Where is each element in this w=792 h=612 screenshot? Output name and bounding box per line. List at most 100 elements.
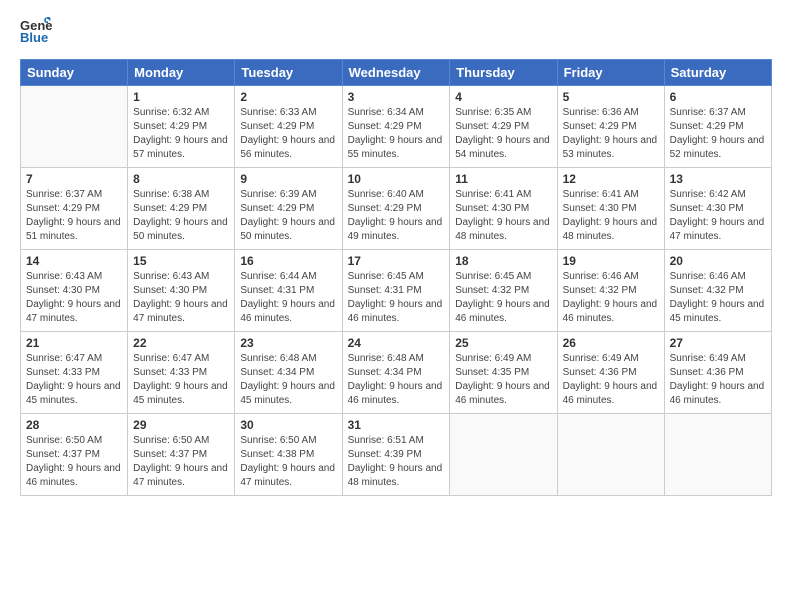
day-number: 14 bbox=[26, 254, 122, 268]
day-info: Sunrise: 6:50 AMSunset: 4:38 PMDaylight:… bbox=[240, 434, 336, 490]
calendar-cell: 9 Sunrise: 6:39 AMSunset: 4:29 PMDaylight… bbox=[235, 168, 342, 250]
day-info: Sunrise: 6:33 AMSunset: 4:29 PMDaylight:… bbox=[240, 106, 336, 162]
calendar-cell: 19 Sunrise: 6:46 AMSunset: 4:32 PMDayligh… bbox=[557, 250, 664, 332]
day-number: 13 bbox=[670, 172, 766, 186]
calendar-cell bbox=[664, 414, 771, 496]
day-number: 24 bbox=[348, 336, 445, 350]
calendar-cell: 25 Sunrise: 6:49 AMSunset: 4:35 PMDayligh… bbox=[450, 332, 557, 414]
calendar-cell: 1Sunrise: 6:32 AMSunset: 4:29 PMDaylight… bbox=[128, 86, 235, 168]
calendar-cell: 10Sunrise: 6:40 AMSunset: 4:29 PMDayligh… bbox=[342, 168, 450, 250]
calendar-cell: 14 Sunrise: 6:43 AMSunset: 4:30 PMDayligh… bbox=[21, 250, 128, 332]
day-number: 9 bbox=[240, 172, 336, 186]
day-info: Sunrise: 6:36 AMSunset: 4:29 PMDaylight:… bbox=[563, 106, 659, 162]
day-info: Sunrise: 6:45 AMSunset: 4:32 PMDaylight:… bbox=[455, 270, 551, 326]
day-info: Sunrise: 6:37 AMSunset: 4:29 PMDaylight:… bbox=[26, 188, 122, 244]
weekday-header-monday: Monday bbox=[128, 60, 235, 86]
day-number: 20 bbox=[670, 254, 766, 268]
calendar-cell: 12 Sunrise: 6:41 AMSunset: 4:30 PMDayligh… bbox=[557, 168, 664, 250]
day-number: 4 bbox=[455, 90, 551, 104]
weekday-header-wednesday: Wednesday bbox=[342, 60, 450, 86]
calendar-cell: 26 Sunrise: 6:49 AMSunset: 4:36 PMDayligh… bbox=[557, 332, 664, 414]
day-info: Sunrise: 6:49 AMSunset: 4:36 PMDaylight:… bbox=[670, 352, 766, 408]
week-row-3: 14 Sunrise: 6:43 AMSunset: 4:30 PMDayligh… bbox=[21, 250, 772, 332]
day-info: Sunrise: 6:41 AMSunset: 4:30 PMDaylight:… bbox=[455, 188, 551, 244]
day-number: 28 bbox=[26, 418, 122, 432]
day-number: 15 bbox=[133, 254, 229, 268]
calendar-cell: 6 Sunrise: 6:37 AMSunset: 4:29 PMDaylight… bbox=[664, 86, 771, 168]
day-info: Sunrise: 6:46 AMSunset: 4:32 PMDaylight:… bbox=[563, 270, 659, 326]
day-info: Sunrise: 6:38 AMSunset: 4:29 PMDaylight:… bbox=[133, 188, 229, 244]
day-info: Sunrise: 6:41 AMSunset: 4:30 PMDaylight:… bbox=[563, 188, 659, 244]
day-info: Sunrise: 6:43 AMSunset: 4:30 PMDaylight:… bbox=[26, 270, 122, 326]
day-info: Sunrise: 6:32 AMSunset: 4:29 PMDaylight:… bbox=[133, 106, 229, 162]
week-row-2: 7Sunrise: 6:37 AMSunset: 4:29 PMDaylight… bbox=[21, 168, 772, 250]
logo: General Blue bbox=[20, 16, 52, 49]
day-number: 18 bbox=[455, 254, 551, 268]
calendar-cell: 11 Sunrise: 6:41 AMSunset: 4:30 PMDayligh… bbox=[450, 168, 557, 250]
day-number: 29 bbox=[133, 418, 229, 432]
calendar-page: General Blue SundayMondayTuesdayWednesda… bbox=[0, 0, 792, 612]
day-number: 27 bbox=[670, 336, 766, 350]
day-number: 8 bbox=[133, 172, 229, 186]
day-number: 31 bbox=[348, 418, 445, 432]
week-row-1: 1Sunrise: 6:32 AMSunset: 4:29 PMDaylight… bbox=[21, 86, 772, 168]
day-info: Sunrise: 6:42 AMSunset: 4:30 PMDaylight:… bbox=[670, 188, 766, 244]
day-number: 2 bbox=[240, 90, 336, 104]
calendar-cell: 17Sunrise: 6:45 AMSunset: 4:31 PMDayligh… bbox=[342, 250, 450, 332]
calendar-cell: 15 Sunrise: 6:43 AMSunset: 4:30 PMDayligh… bbox=[128, 250, 235, 332]
day-info: Sunrise: 6:37 AMSunset: 4:29 PMDaylight:… bbox=[670, 106, 766, 162]
day-info: Sunrise: 6:49 AMSunset: 4:36 PMDaylight:… bbox=[563, 352, 659, 408]
day-number: 30 bbox=[240, 418, 336, 432]
calendar-cell: 22Sunrise: 6:47 AMSunset: 4:33 PMDayligh… bbox=[128, 332, 235, 414]
weekday-header-saturday: Saturday bbox=[664, 60, 771, 86]
weekday-header-tuesday: Tuesday bbox=[235, 60, 342, 86]
day-number: 19 bbox=[563, 254, 659, 268]
day-info: Sunrise: 6:47 AMSunset: 4:33 PMDaylight:… bbox=[26, 352, 122, 408]
day-number: 25 bbox=[455, 336, 551, 350]
weekday-header-sunday: Sunday bbox=[21, 60, 128, 86]
day-info: Sunrise: 6:50 AMSunset: 4:37 PMDaylight:… bbox=[26, 434, 122, 490]
calendar-cell bbox=[450, 414, 557, 496]
day-number: 11 bbox=[455, 172, 551, 186]
day-info: Sunrise: 6:35 AMSunset: 4:29 PMDaylight:… bbox=[455, 106, 551, 162]
day-number: 26 bbox=[563, 336, 659, 350]
calendar-cell: 28 Sunrise: 6:50 AMSunset: 4:37 PMDayligh… bbox=[21, 414, 128, 496]
calendar-cell: 5 Sunrise: 6:36 AMSunset: 4:29 PMDaylight… bbox=[557, 86, 664, 168]
day-number: 16 bbox=[240, 254, 336, 268]
calendar-cell: 2 Sunrise: 6:33 AMSunset: 4:29 PMDaylight… bbox=[235, 86, 342, 168]
calendar-cell: 7Sunrise: 6:37 AMSunset: 4:29 PMDaylight… bbox=[21, 168, 128, 250]
calendar-cell bbox=[21, 86, 128, 168]
day-info: Sunrise: 6:40 AMSunset: 4:29 PMDaylight:… bbox=[348, 188, 445, 244]
weekday-header-row: SundayMondayTuesdayWednesdayThursdayFrid… bbox=[21, 60, 772, 86]
calendar-cell: 30 Sunrise: 6:50 AMSunset: 4:38 PMDayligh… bbox=[235, 414, 342, 496]
day-info: Sunrise: 6:49 AMSunset: 4:35 PMDaylight:… bbox=[455, 352, 551, 408]
svg-text:Blue: Blue bbox=[20, 30, 48, 44]
calendar-cell: 31 Sunrise: 6:51 AMSunset: 4:39 PMDayligh… bbox=[342, 414, 450, 496]
header: General Blue bbox=[20, 16, 772, 49]
weekday-header-thursday: Thursday bbox=[450, 60, 557, 86]
calendar-cell: 18 Sunrise: 6:45 AMSunset: 4:32 PMDayligh… bbox=[450, 250, 557, 332]
calendar-cell: 16Sunrise: 6:44 AMSunset: 4:31 PMDayligh… bbox=[235, 250, 342, 332]
calendar-cell: 21 Sunrise: 6:47 AMSunset: 4:33 PMDayligh… bbox=[21, 332, 128, 414]
calendar-cell: 23 Sunrise: 6:48 AMSunset: 4:34 PMDayligh… bbox=[235, 332, 342, 414]
calendar-table: SundayMondayTuesdayWednesdayThursdayFrid… bbox=[20, 59, 772, 496]
day-number: 12 bbox=[563, 172, 659, 186]
day-number: 23 bbox=[240, 336, 336, 350]
calendar-cell: 29Sunrise: 6:50 AMSunset: 4:37 PMDayligh… bbox=[128, 414, 235, 496]
day-number: 6 bbox=[670, 90, 766, 104]
day-info: Sunrise: 6:39 AMSunset: 4:29 PMDaylight:… bbox=[240, 188, 336, 244]
calendar-cell: 24 Sunrise: 6:48 AMSunset: 4:34 PMDayligh… bbox=[342, 332, 450, 414]
day-info: Sunrise: 6:48 AMSunset: 4:34 PMDaylight:… bbox=[348, 352, 445, 408]
day-number: 21 bbox=[26, 336, 122, 350]
day-info: Sunrise: 6:43 AMSunset: 4:30 PMDaylight:… bbox=[133, 270, 229, 326]
day-info: Sunrise: 6:48 AMSunset: 4:34 PMDaylight:… bbox=[240, 352, 336, 408]
day-info: Sunrise: 6:47 AMSunset: 4:33 PMDaylight:… bbox=[133, 352, 229, 408]
calendar-cell: 20Sunrise: 6:46 AMSunset: 4:32 PMDayligh… bbox=[664, 250, 771, 332]
day-number: 5 bbox=[563, 90, 659, 104]
calendar-cell: 4 Sunrise: 6:35 AMSunset: 4:29 PMDaylight… bbox=[450, 86, 557, 168]
day-number: 3 bbox=[348, 90, 445, 104]
weekday-header-friday: Friday bbox=[557, 60, 664, 86]
day-info: Sunrise: 6:51 AMSunset: 4:39 PMDaylight:… bbox=[348, 434, 445, 490]
week-row-4: 21 Sunrise: 6:47 AMSunset: 4:33 PMDayligh… bbox=[21, 332, 772, 414]
day-info: Sunrise: 6:45 AMSunset: 4:31 PMDaylight:… bbox=[348, 270, 445, 326]
